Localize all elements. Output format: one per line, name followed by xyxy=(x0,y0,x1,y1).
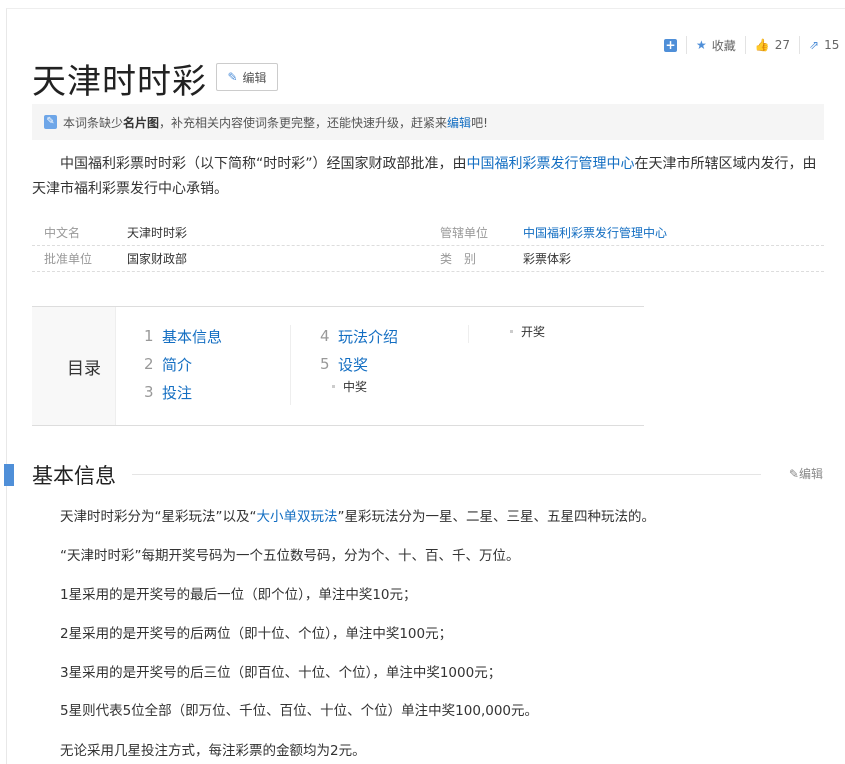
notice-text: 吧! xyxy=(471,116,488,130)
toc-link[interactable]: 玩法介绍 xyxy=(338,326,398,347)
toc-link[interactable]: 简介 xyxy=(162,354,192,375)
toc-number: 5 xyxy=(320,355,328,373)
paragraph: 天津时时彩分为“星彩玩法”以及“大小单双玩法”星彩玩法分为一星、二星、三星、五星… xyxy=(60,505,655,525)
section-edit-label: 编辑 xyxy=(799,467,823,481)
star-icon: ★ xyxy=(696,38,707,52)
missing-image-notice: ✎ 本词条缺少名片图，补充相关内容使词条更完整，还能快速升级，赶紧来编辑吧! xyxy=(32,104,824,140)
intro-paragraph: 中国福利彩票时时彩（以下简称“时时彩”）经国家财政部批准，由中国福利彩票发行管理… xyxy=(32,152,827,202)
paragraph: “天津时时彩”每期开奖号码为一个五位数号码，分为个、十、百、千、万位。 xyxy=(60,544,520,564)
info-value-link[interactable]: 中国福利彩票发行管理中心 xyxy=(523,224,824,241)
toc-sub-link[interactable]: 开奖 xyxy=(521,323,545,340)
toc-link[interactable]: 设奖 xyxy=(338,354,368,375)
toc-number: 1 xyxy=(144,327,152,345)
intro-text: 中国福利彩票时时彩（以下简称“时时彩”）经国家财政部批准，由 xyxy=(60,156,467,172)
share-icon: ⇗ xyxy=(809,38,819,52)
section-edit-button[interactable]: ✎编辑 xyxy=(789,465,823,482)
notice-bold: 名片图 xyxy=(123,116,159,130)
edit-label: 编辑 xyxy=(243,69,267,86)
toc-item[interactable]: 2 简介 xyxy=(144,350,222,378)
paragraph: 无论采用几星投注方式，每注彩票的金额均为2元。 xyxy=(60,739,366,759)
text: ”星彩玩法分为一星、二星、三星、五星四种玩法的。 xyxy=(337,509,655,525)
paragraph: 5星则代表5位全部（即万位、千位、百位、十位、个位）单注中奖100,000元。 xyxy=(60,699,538,719)
toolbar: + ★ 收藏 👍 27 ⇗ 15 xyxy=(664,36,845,54)
infobox-row: 批准单位国家财政部 类 别彩票体彩 xyxy=(32,246,824,272)
notice-text: 本词条缺少 xyxy=(63,116,123,130)
toc-item[interactable]: 3 投注 xyxy=(144,378,222,406)
info-value: 彩票体彩 xyxy=(523,250,824,267)
page-title: 天津时时彩 xyxy=(32,54,207,103)
favorite-label: 收藏 xyxy=(712,37,736,54)
divider xyxy=(290,325,291,405)
paragraph: 3星采用的是开奖号的后三位（即百位、十位、个位），单注中奖1000元； xyxy=(60,661,501,681)
text: 天津时时彩分为“星彩玩法”以及“ xyxy=(60,509,256,525)
info-value: 天津时时彩 xyxy=(127,224,428,241)
toc-label: 目录 xyxy=(32,307,116,425)
toc-item[interactable]: 5 设奖 xyxy=(320,350,398,378)
toc-item[interactable]: 1 基本信息 xyxy=(144,322,222,350)
like-count: 27 xyxy=(775,38,790,52)
favorite-button[interactable]: ★ 收藏 xyxy=(686,36,745,54)
table-of-contents: 目录 1 基本信息 2 简介 3 投注 4 玩法介绍 5 设奖 中奖 开奖 xyxy=(32,306,644,426)
thumbs-up-icon: 👍 xyxy=(755,38,770,52)
plus-icon: + xyxy=(664,39,677,52)
toc-item[interactable]: 4 玩法介绍 xyxy=(320,322,398,350)
share-count: 15 xyxy=(824,38,839,52)
toc-sub-link[interactable]: 中奖 xyxy=(343,378,367,395)
section-header: 基本信息 ✎编辑 xyxy=(0,460,845,490)
add-button[interactable]: + xyxy=(664,36,686,54)
notice-text: ，补充相关内容使词条更完整，还能快速升级，赶紧来 xyxy=(159,116,447,130)
pencil-icon: ✎ xyxy=(44,115,57,129)
section-title: 基本信息 xyxy=(32,460,116,490)
paragraph: 1星采用的是开奖号的最后一位（即个位），单注中奖10元； xyxy=(60,583,417,603)
intro-link[interactable]: 中国福利彩票发行管理中心 xyxy=(467,156,635,172)
divider xyxy=(132,474,761,475)
like-button[interactable]: 👍 27 xyxy=(745,36,799,54)
info-key: 中文名 xyxy=(32,224,127,241)
toc-number: 2 xyxy=(144,355,152,373)
paragraph: 2星采用的是开奖号的后两位（即十位、个位），单注中奖100元； xyxy=(60,622,452,642)
edit-button[interactable]: ✎ 编辑 xyxy=(216,63,278,91)
toc-subitem[interactable]: 中奖 xyxy=(332,378,398,395)
infobox-row: 中文名天津时时彩 管辖单位中国福利彩票发行管理中心 xyxy=(32,220,824,246)
info-key: 类 别 xyxy=(428,250,523,267)
info-key: 批准单位 xyxy=(32,250,127,267)
toc-subitem[interactable]: 开奖 xyxy=(510,323,545,340)
share-button[interactable]: ⇗ 15 xyxy=(799,36,845,54)
toc-link[interactable]: 基本信息 xyxy=(162,326,222,347)
pencil-icon: ✎ xyxy=(227,70,237,84)
paragraph-link[interactable]: 大小单双玩法 xyxy=(256,509,337,525)
toc-number: 4 xyxy=(320,327,328,345)
info-value: 国家财政部 xyxy=(127,250,428,267)
divider xyxy=(468,325,469,343)
pencil-icon: ✎ xyxy=(789,467,799,481)
infobox: 中文名天津时时彩 管辖单位中国福利彩票发行管理中心 批准单位国家财政部 类 别彩… xyxy=(32,220,824,272)
info-key: 管辖单位 xyxy=(428,224,523,241)
toc-number: 3 xyxy=(144,383,152,401)
notice-edit-link[interactable]: 编辑 xyxy=(447,116,471,130)
toc-link[interactable]: 投注 xyxy=(162,382,192,403)
section-marker xyxy=(4,464,14,486)
